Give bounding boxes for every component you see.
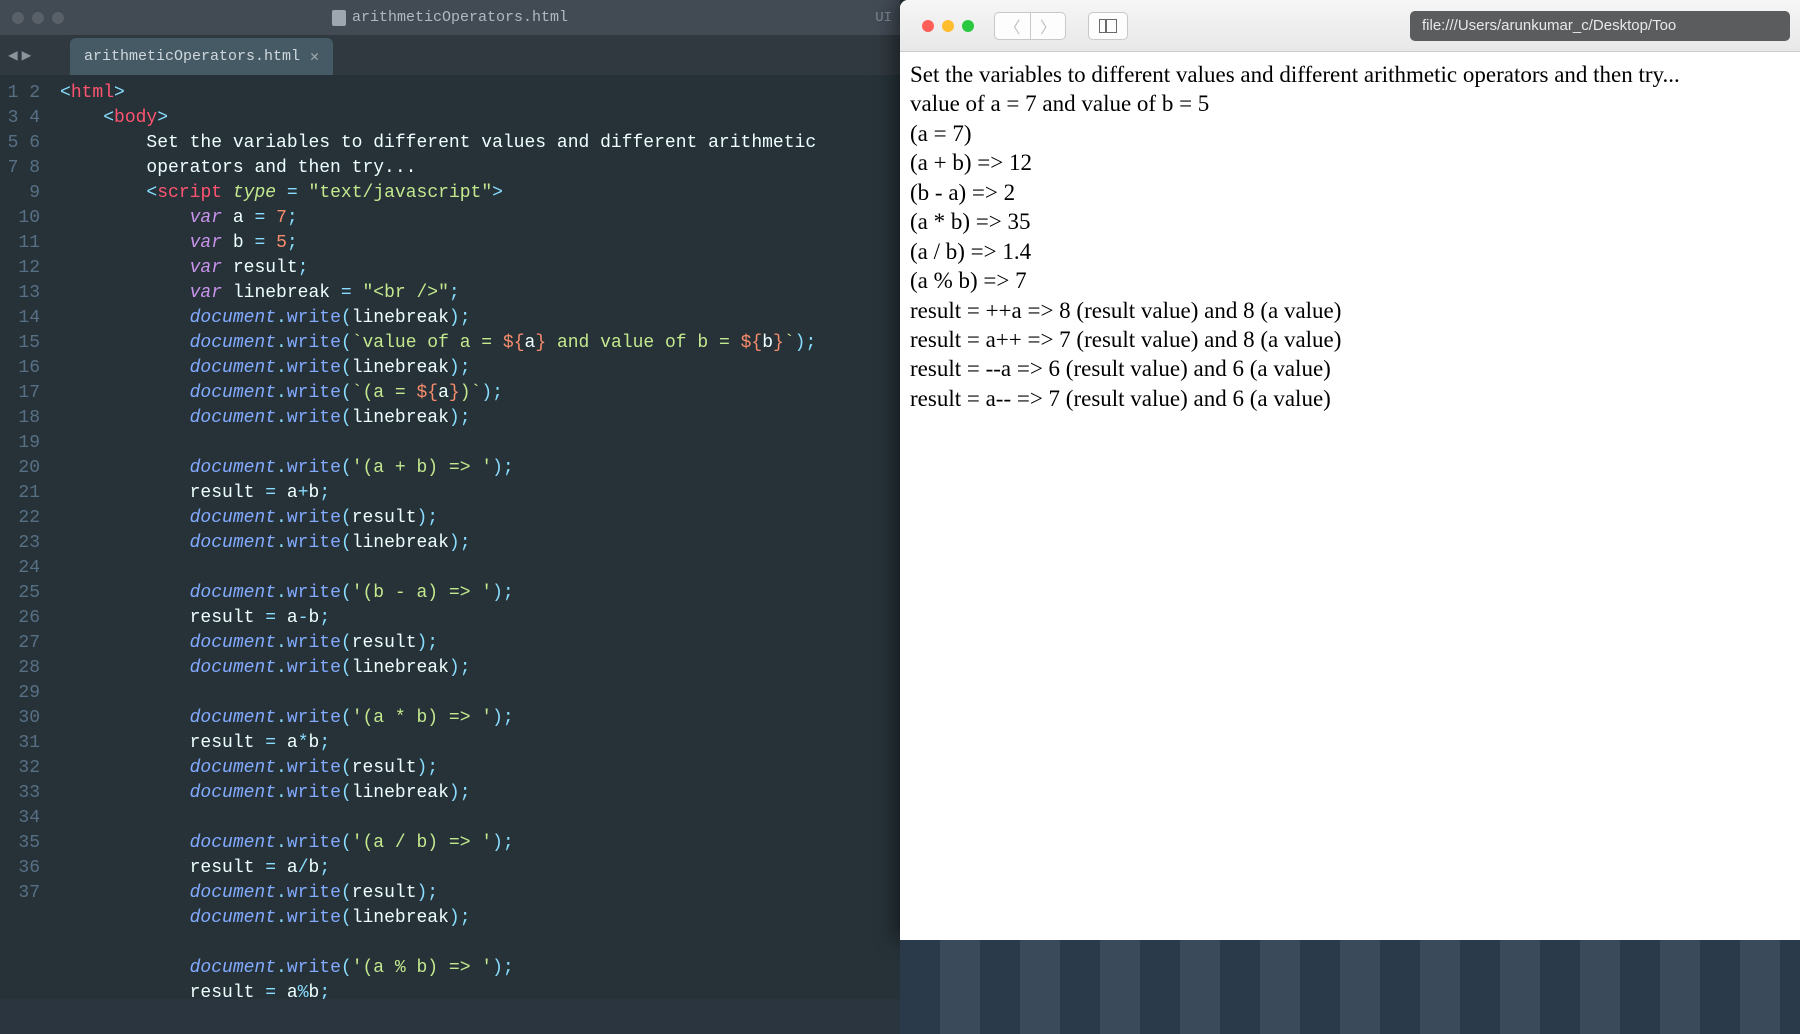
editor-title-text: arithmeticOperators.html — [352, 9, 568, 26]
browser-toolbar: 〈 〉 file:///Users/arunkumar_c/Desktop/To… — [900, 0, 1800, 52]
line-gutter: 1 2 3 4 5 6 7 8 9 10 11 12 13 14 15 16 1… — [0, 75, 50, 999]
code-content[interactable]: <html> <body> Set the variables to diffe… — [50, 75, 816, 999]
output-line: (b - a) => 2 — [910, 178, 1790, 207]
editor-tab[interactable]: arithmeticOperators.html ✕ — [70, 38, 333, 75]
output-line: Set the variables to different values an… — [910, 60, 1790, 89]
output-line: (a = 7) — [910, 119, 1790, 148]
nav-back-icon[interactable]: ◀ — [8, 45, 18, 65]
url-text: file:///Users/arunkumar_c/Desktop/Too — [1422, 17, 1676, 34]
chevron-left-icon: 〈 — [1004, 14, 1020, 38]
editor-right-text: UI — [875, 10, 892, 26]
editor-traffic-lights — [12, 12, 64, 24]
browser-content: Set the variables to different values an… — [900, 52, 1800, 421]
output-line: (a % b) => 7 — [910, 266, 1790, 295]
editor-titlebar[interactable]: arithmeticOperators.html UI — [0, 0, 900, 35]
nav-forward-icon[interactable]: ▶ — [22, 45, 32, 65]
zoom-dot-icon[interactable] — [962, 20, 974, 32]
back-button[interactable]: 〈 — [994, 12, 1030, 40]
tab-label: arithmeticOperators.html — [84, 48, 300, 65]
output-line: (a * b) => 35 — [910, 207, 1790, 236]
output-line: result = a++ => 7 (result value) and 8 (… — [910, 325, 1790, 354]
close-dot-icon[interactable] — [12, 12, 24, 24]
browser-nav-buttons: 〈 〉 — [994, 12, 1066, 40]
browser-window: 〈 〉 file:///Users/arunkumar_c/Desktop/To… — [900, 0, 1800, 940]
minimize-dot-icon[interactable] — [32, 12, 44, 24]
browser-traffic-lights — [922, 20, 974, 32]
file-icon — [332, 10, 346, 26]
editor-title: arithmeticOperators.html — [332, 9, 568, 26]
output-line: result = ++a => 8 (result value) and 8 (… — [910, 296, 1790, 325]
url-bar[interactable]: file:///Users/arunkumar_c/Desktop/Too — [1410, 11, 1790, 41]
code-area[interactable]: 1 2 3 4 5 6 7 8 9 10 11 12 13 14 15 16 1… — [0, 75, 900, 999]
close-dot-icon[interactable] — [922, 20, 934, 32]
output-line: result = --a => 6 (result value) and 6 (… — [910, 354, 1790, 383]
output-line: value of a = 7 and value of b = 5 — [910, 89, 1790, 118]
close-tab-icon[interactable]: ✕ — [310, 47, 319, 66]
sidebar-icon — [1099, 19, 1117, 33]
output-line: (a / b) => 1.4 — [910, 237, 1790, 266]
editor-window: arithmeticOperators.html UI ◀ ▶ arithmet… — [0, 0, 900, 1034]
output-line: result = a-- => 7 (result value) and 6 (… — [910, 384, 1790, 413]
desktop-background — [900, 940, 1800, 1034]
chevron-right-icon: 〉 — [1040, 14, 1056, 38]
zoom-dot-icon[interactable] — [52, 12, 64, 24]
editor-tabbar: ◀ ▶ arithmeticOperators.html ✕ — [0, 35, 900, 75]
forward-button[interactable]: 〉 — [1030, 12, 1066, 40]
sidebar-toggle-button[interactable] — [1088, 12, 1128, 40]
output-line: (a + b) => 12 — [910, 148, 1790, 177]
minimize-dot-icon[interactable] — [942, 20, 954, 32]
